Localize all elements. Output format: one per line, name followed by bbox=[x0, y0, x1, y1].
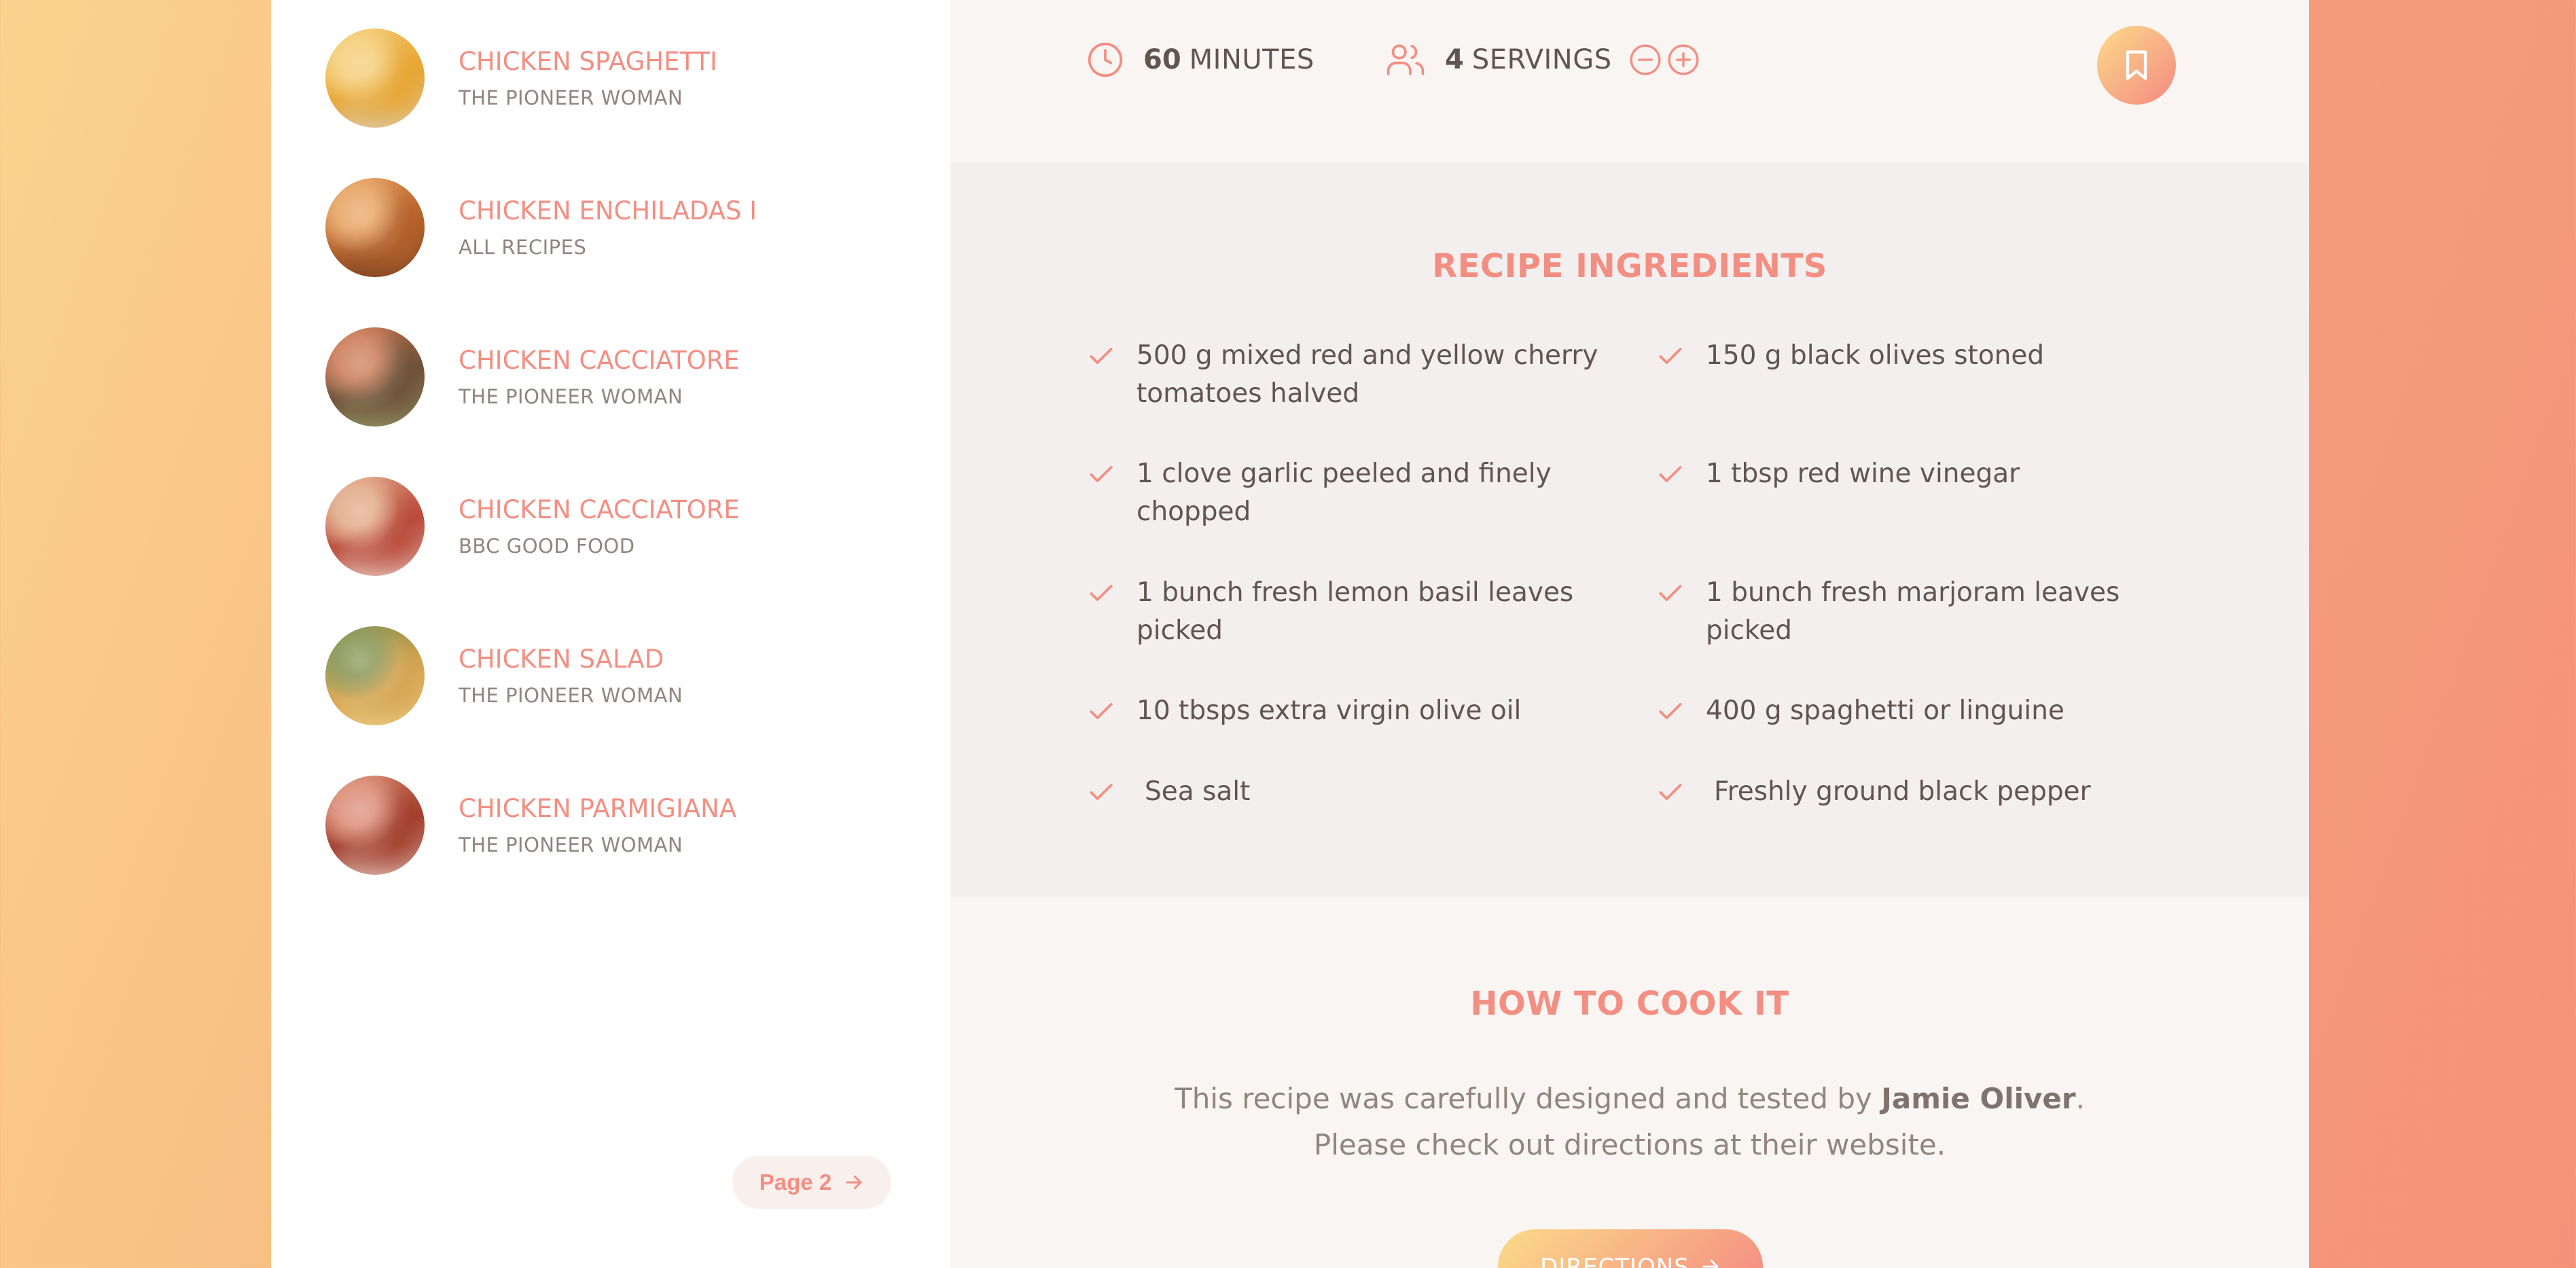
ingredient-text: 1 bunch fresh marjoram leaves picked bbox=[1706, 577, 2120, 646]
result-item[interactable]: CHICKEN CACCIATORE THE PIONEER WOMAN bbox=[325, 326, 923, 428]
ingredient-text: 400 g spaghetti or linguine bbox=[1706, 695, 2064, 726]
result-thumbnail bbox=[325, 477, 425, 576]
ingredients-heading: RECIPE INGREDIENTS bbox=[1432, 247, 1827, 285]
next-page-button[interactable]: Page 2 bbox=[732, 1156, 891, 1209]
ingredient-text: 1 clove garlic peeled and finely chopped bbox=[1137, 458, 1552, 527]
result-thumbnail bbox=[325, 626, 425, 725]
ingredient-text: 1 bunch fresh lemon basil leaves picked bbox=[1137, 577, 1574, 646]
result-thumbnail bbox=[325, 178, 425, 277]
minus-circle-icon bbox=[1630, 44, 1661, 75]
result-title: CHICKEN SALAD bbox=[459, 644, 664, 674]
result-thumbnail bbox=[325, 29, 425, 128]
directions-button[interactable]: DIRECTIONS bbox=[1498, 1229, 1763, 1268]
ingredient-item: 1 clove garlic peeled and finely chopped bbox=[1086, 455, 1598, 531]
minutes-label: MINUTES bbox=[1189, 44, 1314, 75]
recipe-details: 60 MINUTES 4 SERVINGS bbox=[950, 0, 2309, 163]
result-publisher: BBC GOOD FOOD bbox=[459, 535, 635, 558]
ingredient-text: Freshly ground black pepper bbox=[1714, 776, 2091, 807]
result-text: CHICKEN SALAD THE PIONEER WOMAN bbox=[459, 645, 683, 707]
check-icon bbox=[1090, 585, 1113, 601]
ingredient-item: 1 bunch fresh lemon basil leaves picked bbox=[1086, 574, 1598, 650]
ingredient-item: 1 tbsp red wine vinegar bbox=[1656, 455, 2168, 493]
result-item[interactable]: CHICKEN ENCHILADAS I ALL RECIPES bbox=[325, 177, 923, 278]
cooking-desc-prefix: This recipe was carefully designed and t… bbox=[1175, 1082, 1882, 1115]
result-item[interactable]: CHICKEN SALAD THE PIONEER WOMAN bbox=[325, 625, 923, 727]
result-publisher: ALL RECIPES bbox=[459, 236, 587, 259]
result-title: CHICKEN PARMIGIANA bbox=[459, 793, 737, 823]
result-thumbnail bbox=[325, 327, 425, 427]
ingredient-item: 150 g black olives stoned bbox=[1656, 337, 2168, 375]
directions-label: DIRECTIONS bbox=[1540, 1254, 1689, 1268]
arrow-right-icon bbox=[846, 1175, 862, 1190]
clock-icon bbox=[1088, 42, 1123, 77]
check-icon bbox=[1090, 348, 1113, 364]
servings-value: 4 bbox=[1445, 44, 1464, 75]
recipe-info-minutes: 60 MINUTES bbox=[1086, 41, 1314, 79]
arrow-right-icon bbox=[1702, 1259, 1719, 1268]
ingredient-item: 400 g spaghetti or linguine bbox=[1656, 692, 2168, 730]
app-container: CHICKEN SPAGHETTI THE PIONEER WOMAN CHIC… bbox=[271, 0, 2309, 1268]
result-publisher: THE PIONEER WOMAN bbox=[459, 86, 683, 110]
users-icon bbox=[1387, 44, 1425, 75]
check-icon bbox=[1659, 585, 1682, 601]
recipe-ingredients: RECIPE INGREDIENTS 500 g mixed red and y… bbox=[950, 163, 2309, 896]
minutes-value: 60 bbox=[1143, 44, 1181, 75]
bookmark-button[interactable] bbox=[2097, 26, 2176, 105]
check-icon bbox=[1659, 348, 1682, 364]
check-icon bbox=[1090, 703, 1113, 719]
check-icon bbox=[1659, 466, 1682, 482]
check-icon bbox=[1659, 784, 1682, 800]
result-title: CHICKEN SPAGHETTI bbox=[459, 46, 717, 76]
ingredient-item: Freshly ground black pepper bbox=[1656, 773, 2168, 811]
result-text: CHICKEN CACCIATORE BBC GOOD FOOD bbox=[459, 495, 740, 558]
servings-label: SERVINGS bbox=[1471, 44, 1612, 75]
recipe-directions: HOW TO COOK IT This recipe was carefully… bbox=[950, 896, 2309, 1268]
page-label: Page 2 bbox=[759, 1170, 832, 1195]
ingredient-text: 150 g black olives stoned bbox=[1706, 340, 2045, 371]
check-icon bbox=[1090, 784, 1113, 800]
result-publisher: THE PIONEER WOMAN bbox=[459, 684, 683, 708]
ingredient-item: Sea salt bbox=[1086, 773, 1598, 811]
result-title: CHICKEN CACCIATORE bbox=[459, 345, 740, 375]
check-icon bbox=[1659, 703, 1682, 719]
bookmark-icon bbox=[2126, 50, 2147, 80]
result-publisher: THE PIONEER WOMAN bbox=[459, 833, 683, 857]
decrease-servings-button[interactable] bbox=[1628, 43, 1662, 77]
increase-servings-button[interactable] bbox=[1666, 43, 1700, 77]
result-item[interactable]: CHICKEN PARMIGIANA THE PIONEER WOMAN bbox=[325, 774, 923, 876]
result-thumbnail bbox=[325, 776, 425, 875]
recipe-info-servings: 4 SERVINGS bbox=[1385, 41, 1700, 79]
recipe-author: Jamie Oliver bbox=[1881, 1082, 2076, 1115]
result-text: CHICKEN PARMIGIANA THE PIONEER WOMAN bbox=[459, 794, 736, 856]
plus-circle-icon bbox=[1668, 44, 1699, 75]
recipe-panel: 60 MINUTES 4 SERVINGS RECIPE INGREDIENTS… bbox=[950, 0, 2309, 1268]
cooking-heading: HOW TO COOK IT bbox=[1470, 985, 1789, 1023]
result-item[interactable]: CHICKEN SPAGHETTI THE PIONEER WOMAN bbox=[325, 27, 923, 129]
ingredient-item: 500 g mixed red and yellow cherry tomato… bbox=[1086, 337, 1598, 413]
ingredient-text: Sea salt bbox=[1145, 776, 1251, 807]
ingredient-item: 10 tbsps extra virgin olive oil bbox=[1086, 692, 1598, 730]
result-text: CHICKEN ENCHILADAS I ALL RECIPES bbox=[459, 196, 757, 259]
check-icon bbox=[1090, 466, 1113, 482]
ingredient-text: 10 tbsps extra virgin olive oil bbox=[1137, 695, 1522, 726]
result-item[interactable]: CHICKEN CACCIATORE BBC GOOD FOOD bbox=[325, 475, 923, 577]
ingredient-item: 1 bunch fresh marjoram leaves picked bbox=[1656, 574, 2168, 650]
cooking-description: This recipe was carefully designed and t… bbox=[1127, 1076, 2132, 1168]
result-text: CHICKEN CACCIATORE THE PIONEER WOMAN bbox=[459, 346, 740, 408]
result-title: CHICKEN ENCHILADAS I bbox=[459, 196, 757, 225]
result-text: CHICKEN SPAGHETTI THE PIONEER WOMAN bbox=[459, 47, 717, 109]
result-publisher: THE PIONEER WOMAN bbox=[459, 385, 683, 409]
ingredient-text: 500 g mixed red and yellow cherry tomato… bbox=[1137, 340, 1598, 409]
result-title: CHICKEN CACCIATORE bbox=[459, 494, 740, 524]
ingredient-text: 1 tbsp red wine vinegar bbox=[1706, 458, 2020, 489]
search-results: CHICKEN SPAGHETTI THE PIONEER WOMAN CHIC… bbox=[271, 0, 950, 1268]
